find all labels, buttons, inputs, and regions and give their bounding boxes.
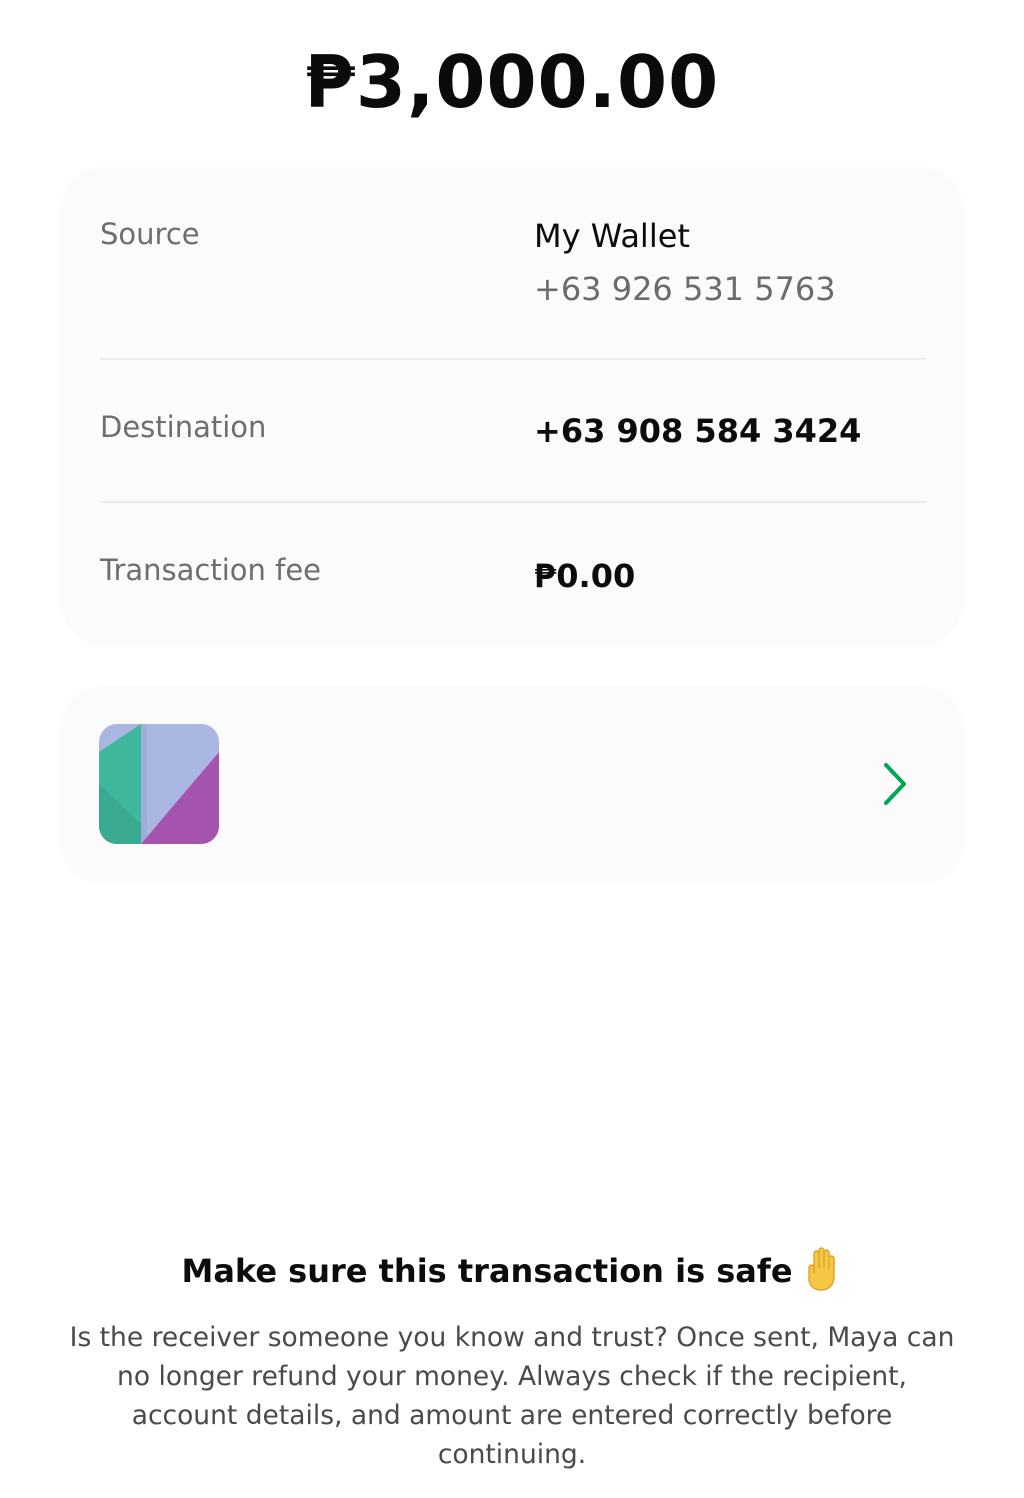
chevron-right-icon[interactable] — [880, 761, 910, 807]
source-label: Source — [100, 217, 200, 251]
destination-number: +63 908 584 3424 — [534, 412, 862, 450]
source-name: My Wallet — [534, 217, 690, 255]
raised-hand-icon — [801, 1246, 843, 1292]
maya-app-logo-icon — [99, 724, 219, 844]
warning-body: Is the receiver someone you know and tru… — [69, 1322, 955, 1470]
transfer-amount: ₱3,000.00 — [304, 40, 720, 124]
source-number: +63 926 531 5763 — [534, 270, 836, 308]
divider — [100, 358, 926, 360]
destination-label: Destination — [100, 410, 267, 444]
fee-value: ₱0.00 — [534, 557, 636, 595]
warning-title: Make sure this transaction is safe — [0, 1246, 1024, 1292]
warning-title-text: Make sure this transaction is safe — [181, 1252, 793, 1290]
divider — [100, 501, 926, 503]
transaction-details-card: Source My Wallet +63 926 531 5763 Destin… — [60, 167, 964, 645]
promo-card[interactable] — [60, 686, 964, 884]
fee-label: Transaction fee — [100, 553, 322, 587]
